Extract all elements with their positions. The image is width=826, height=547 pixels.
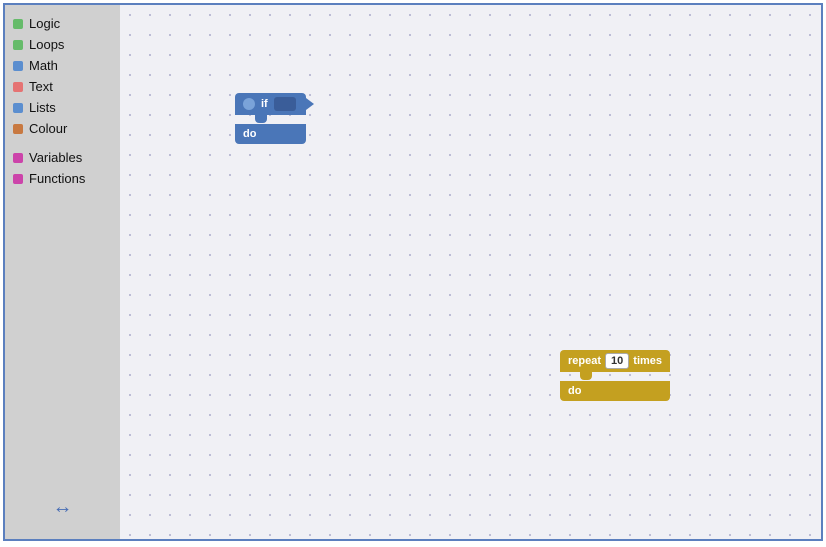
repeat-number-input[interactable]: 10 (605, 353, 629, 369)
main-container: Logic Loops Math Text Lists Colour Varia… (3, 3, 823, 541)
text-color-dot (13, 82, 23, 92)
if-block-top-label: if (261, 98, 268, 110)
sidebar-label-loops: Loops (29, 37, 64, 52)
if-block-top: if (235, 93, 306, 115)
repeat-block-bottom-label: do (568, 385, 581, 397)
sidebar-item-functions[interactable]: Functions (5, 168, 120, 189)
if-block-notch (255, 115, 267, 123)
lists-color-dot (13, 103, 23, 113)
if-block-bottom: do (235, 124, 306, 144)
resize-icon: ↔ (53, 496, 73, 518)
sidebar-item-colour[interactable]: Colour (5, 118, 120, 139)
math-color-dot (13, 61, 23, 71)
repeat-block-notch (580, 372, 592, 380)
repeat-block-top: repeat 10 times (560, 350, 670, 372)
resize-handle[interactable]: ↔ (53, 496, 73, 519)
if-input-slot[interactable] (274, 97, 296, 111)
sidebar-item-loops[interactable]: Loops (5, 34, 120, 55)
sidebar-label-functions: Functions (29, 171, 85, 186)
sidebar-label-colour: Colour (29, 121, 67, 136)
repeat-block-bottom: do (560, 381, 670, 401)
sidebar-divider (5, 139, 120, 147)
sidebar: Logic Loops Math Text Lists Colour Varia… (5, 5, 120, 539)
logic-color-dot (13, 19, 23, 29)
loops-color-dot (13, 40, 23, 50)
gear-icon[interactable] (243, 98, 255, 110)
sidebar-label-lists: Lists (29, 100, 56, 115)
variables-color-dot (13, 153, 23, 163)
repeat-block[interactable]: repeat 10 times do (560, 350, 670, 401)
sidebar-label-logic: Logic (29, 16, 60, 31)
sidebar-label-text: Text (29, 79, 53, 94)
sidebar-item-logic[interactable]: Logic (5, 13, 120, 34)
repeat-label-suffix: times (633, 355, 662, 367)
functions-color-dot (13, 174, 23, 184)
sidebar-item-lists[interactable]: Lists (5, 97, 120, 118)
if-block-bottom-label: do (243, 128, 256, 140)
canvas-area[interactable]: if do repeat 10 times do (120, 5, 821, 539)
sidebar-label-math: Math (29, 58, 58, 73)
sidebar-item-text[interactable]: Text (5, 76, 120, 97)
if-block[interactable]: if do (235, 93, 306, 144)
sidebar-item-math[interactable]: Math (5, 55, 120, 76)
sidebar-item-variables[interactable]: Variables (5, 147, 120, 168)
sidebar-label-variables: Variables (29, 150, 82, 165)
colour-color-dot (13, 124, 23, 134)
repeat-label-prefix: repeat (568, 355, 601, 367)
